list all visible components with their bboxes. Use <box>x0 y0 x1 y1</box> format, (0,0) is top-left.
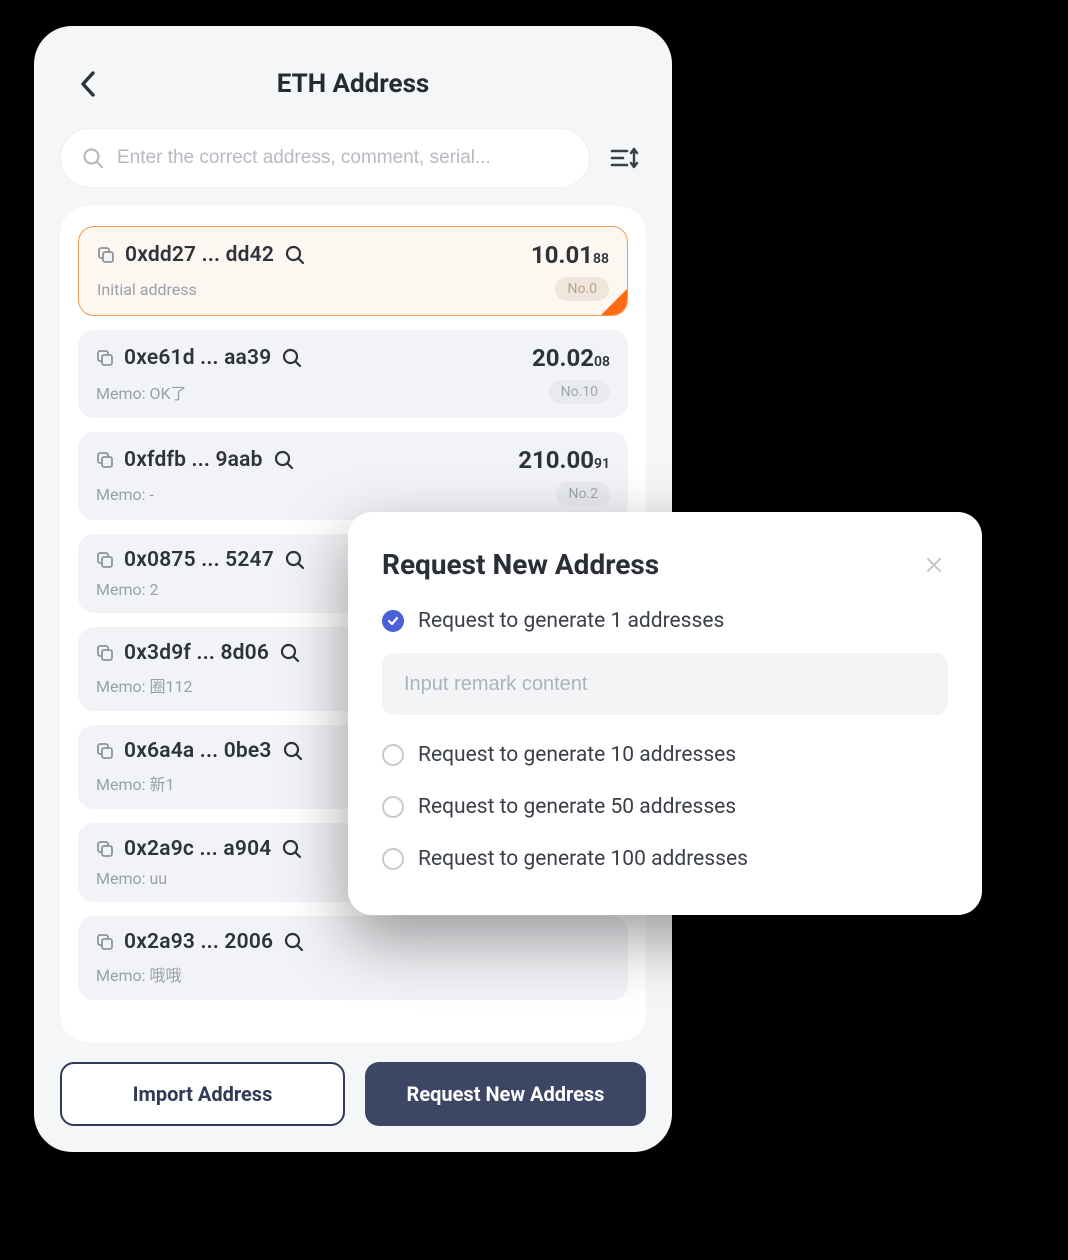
copy-icon[interactable] <box>96 451 114 469</box>
generate-option[interactable]: Request to generate 1 addresses <box>382 609 948 633</box>
option-label: Request to generate 10 addresses <box>418 743 736 767</box>
address-memo: Initial address <box>97 280 197 299</box>
footer-actions: Import Address Request New Address <box>60 1062 646 1126</box>
check-icon <box>387 615 399 627</box>
address-memo: Memo: 圈112 <box>96 673 192 697</box>
radio-button[interactable] <box>382 744 404 766</box>
import-address-button[interactable]: Import Address <box>60 1062 345 1126</box>
modal-close-button[interactable] <box>920 551 948 579</box>
lookup-icon[interactable] <box>273 449 295 471</box>
generate-option[interactable]: Request to generate 10 addresses <box>382 743 948 767</box>
address-card[interactable]: 0xdd27 ... dd42 10.0188 Initial address … <box>78 226 628 316</box>
address-row-top: 0xfdfb ... 9aab 210.0091 <box>96 446 610 474</box>
address-row-bottom: Memo: - No.2 <box>96 482 610 506</box>
address-row-bottom: Initial address No.0 <box>97 277 609 301</box>
close-icon <box>924 555 944 575</box>
address-text: 0x2a9c ... a904 <box>124 837 271 861</box>
copy-icon[interactable] <box>96 840 114 858</box>
option-label: Request to generate 100 addresses <box>418 847 748 871</box>
back-button[interactable] <box>72 68 104 100</box>
address-text: 0x0875 ... 5247 <box>124 548 274 572</box>
lookup-icon[interactable] <box>279 642 301 664</box>
copy-icon[interactable] <box>96 742 114 760</box>
address-memo: Memo: OK了 <box>96 380 187 404</box>
address-balance: 210.0091 <box>518 446 610 474</box>
address-card[interactable]: 0xe61d ... aa39 20.0208 Memo: OK了 No.10 <box>78 330 628 418</box>
chevron-left-icon <box>79 70 97 98</box>
address-balance: 10.0188 <box>531 241 609 269</box>
address-memo: Memo: - <box>96 485 154 504</box>
search-icon <box>81 146 105 170</box>
lookup-icon[interactable] <box>281 347 303 369</box>
option-label: Request to generate 1 addresses <box>418 609 724 633</box>
request-new-address-button[interactable]: Request New Address <box>365 1062 646 1126</box>
radio-button[interactable] <box>382 848 404 870</box>
search-box[interactable] <box>60 128 590 188</box>
copy-icon[interactable] <box>96 551 114 569</box>
copy-icon[interactable] <box>97 246 115 264</box>
address-memo: Memo: uu <box>96 869 167 888</box>
address-number-badge: No.2 <box>556 482 610 506</box>
request-new-address-modal: Request New Address Request to generate … <box>348 512 982 915</box>
modal-header: Request New Address <box>382 548 948 581</box>
page-title: ETH Address <box>277 69 430 99</box>
address-row-bottom: Memo: 哦哦 <box>96 962 610 986</box>
address-number-badge: No.10 <box>549 380 610 404</box>
header: ETH Address <box>60 54 646 114</box>
generate-option[interactable]: Request to generate 50 addresses <box>382 795 948 819</box>
lookup-icon[interactable] <box>284 549 306 571</box>
radio-button[interactable] <box>382 796 404 818</box>
radio-button[interactable] <box>382 610 404 632</box>
address-text: 0xe61d ... aa39 <box>124 346 271 370</box>
address-balance: 20.0208 <box>532 344 610 372</box>
address-memo: Memo: 哦哦 <box>96 962 181 986</box>
search-row <box>60 128 646 188</box>
address-memo: Memo: 2 <box>96 580 158 599</box>
copy-icon[interactable] <box>96 933 114 951</box>
option-label: Request to generate 50 addresses <box>418 795 736 819</box>
search-input[interactable] <box>117 147 569 169</box>
address-text: 0xdd27 ... dd42 <box>125 243 274 267</box>
lookup-icon[interactable] <box>282 740 304 762</box>
address-row-top: 0xe61d ... aa39 20.0208 <box>96 344 610 372</box>
address-memo: Memo: 新1 <box>96 771 174 795</box>
modal-title: Request New Address <box>382 548 659 581</box>
address-card[interactable]: 0xfdfb ... 9aab 210.0091 Memo: - No.2 <box>78 432 628 520</box>
address-text: 0x3d9f ... 8d06 <box>124 641 269 665</box>
remark-input[interactable] <box>382 653 948 715</box>
copy-icon[interactable] <box>96 349 114 367</box>
sort-button[interactable] <box>604 137 646 179</box>
sort-icon <box>609 143 641 173</box>
generate-option[interactable]: Request to generate 100 addresses <box>382 847 948 871</box>
lookup-icon[interactable] <box>284 244 306 266</box>
copy-icon[interactable] <box>96 644 114 662</box>
address-row-bottom: Memo: OK了 No.10 <box>96 380 610 404</box>
lookup-icon[interactable] <box>283 931 305 953</box>
address-text: 0x2a93 ... 2006 <box>124 930 273 954</box>
address-row-top: 0xdd27 ... dd42 10.0188 <box>97 241 609 269</box>
address-row-top: 0x2a93 ... 2006 <box>96 930 610 954</box>
lookup-icon[interactable] <box>281 838 303 860</box>
selected-corner-indicator <box>600 288 628 316</box>
address-text: 0xfdfb ... 9aab <box>124 448 263 472</box>
address-text: 0x6a4a ... 0be3 <box>124 739 272 763</box>
address-card[interactable]: 0x2a93 ... 2006 Memo: 哦哦 <box>78 916 628 1000</box>
